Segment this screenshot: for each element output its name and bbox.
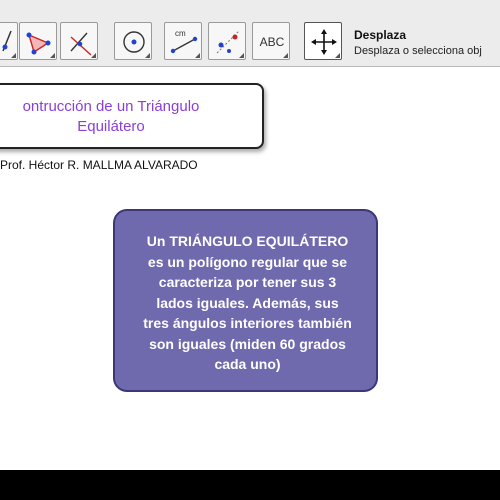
title-line-2: Equilátero [77,118,145,135]
polygon-tool-button[interactable] [19,22,57,60]
move-tool-button[interactable] [304,22,342,60]
text-tool-button[interactable]: ABC [252,22,290,60]
active-tool-name: Desplaza [354,28,407,42]
line-icon [2,30,12,52]
definition-line: Un TRIÁNGULO EQUILÁTERO [146,233,349,249]
definition-line: son iguales (miden 60 grados [149,335,346,352]
tool-menu-arrow [239,53,244,58]
tool-menu-arrow [283,53,288,58]
tool-menu-arrow [145,53,150,58]
tool-menu-arrow [195,53,200,58]
tool-menu-arrow [50,53,55,58]
reflect-tool-button[interactable] [208,22,246,60]
author-text[interactable]: Prof. Héctor R. MALLMA ALVARADO [0,158,198,172]
tool-menu-arrow [335,53,340,58]
perpendicular-tool-button[interactable] [60,22,98,60]
line-tool-button[interactable] [0,22,18,60]
definition-line: cada uno) [214,356,281,372]
title-text: ontrucción de un Triángulo Equilátero [0,97,230,137]
definition-text-box[interactable]: Un TRIÁNGULO EQUILÁTERO es un polígono r… [113,209,378,392]
text-tool-label: ABC [259,35,285,49]
tool-menu-arrow [91,53,96,58]
toolbar: cm ABC Desplaza Desplaza o selecciona ob… [0,0,500,67]
definition-line: lados iguales. Además, sus [156,294,339,311]
distance-tool-button[interactable]: cm [164,22,202,60]
tool-menu-arrow [11,53,16,58]
distance-tool-label: cm [175,29,186,38]
definition-line: tres ángulos interiores también [143,315,352,331]
geogebra-window: cm ABC Desplaza Desplaza o selecciona ob… [0,0,500,470]
active-tool-help: Desplaza o selecciona obj [354,45,482,57]
definition-line: caracteriza por tener sus 3 [158,274,337,290]
circle-tool-button[interactable] [114,22,152,60]
definition-text: Un TRIÁNGULO EQUILÁTERO es un polígono r… [121,231,374,375]
title-line-1: ontrucción de un Triángulo [22,98,200,115]
definition-line: es un polígono regular que se [147,253,348,270]
title-text-box[interactable]: ontrucción de un Triángulo Equilátero [0,83,264,149]
